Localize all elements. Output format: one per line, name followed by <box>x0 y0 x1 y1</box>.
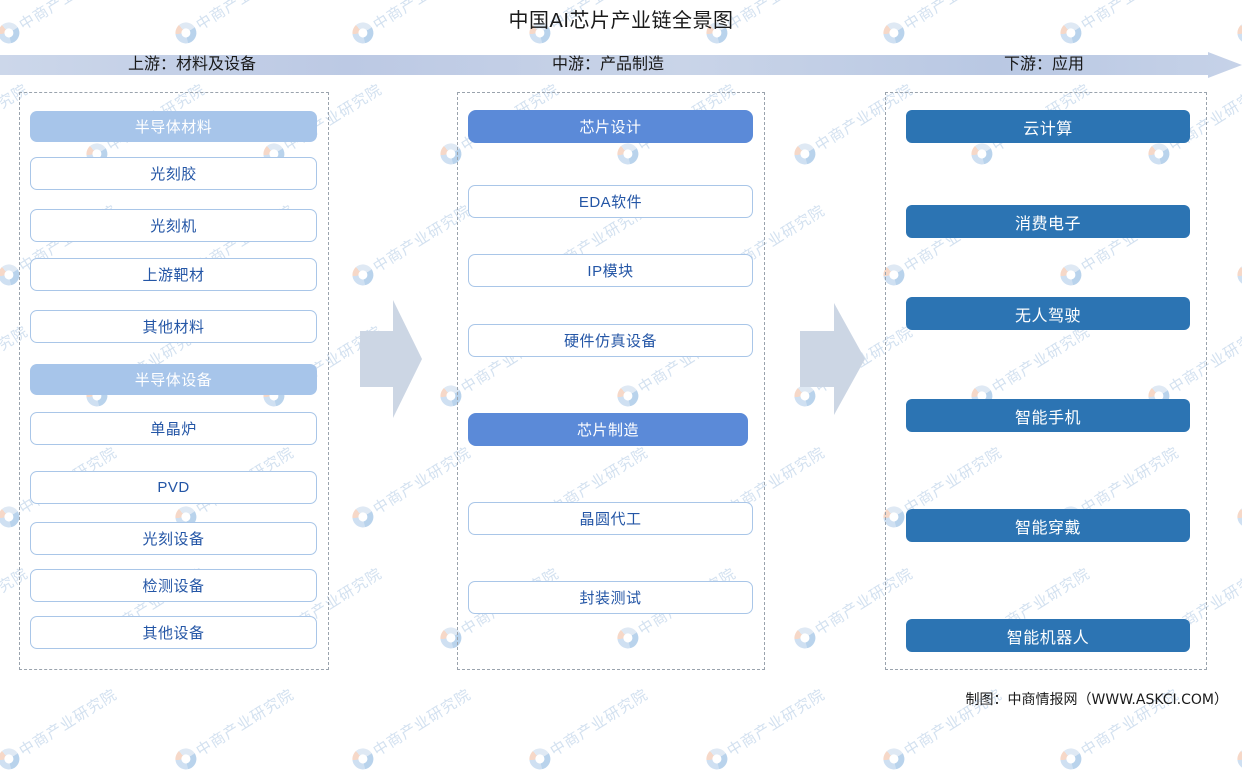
upstream-item-1-1[interactable]: 光刻胶 <box>30 157 317 190</box>
midstream-item-1-3[interactable]: 硬件仿真设备 <box>468 324 753 357</box>
midstream-item-1-1[interactable]: EDA软件 <box>468 185 753 218</box>
downstream-item-3[interactable]: 无人驾驶 <box>906 297 1190 330</box>
connector-arrow-upstream-to-midstream <box>360 300 422 418</box>
downstream-item-5[interactable]: 智能穿戴 <box>906 509 1190 542</box>
upstream-group-header-2[interactable]: 半导体设备 <box>30 364 317 395</box>
circle-logo-icon <box>1233 744 1242 773</box>
circle-logo-icon <box>879 744 909 773</box>
column-downstream <box>885 92 1207 670</box>
circle-logo-icon <box>702 744 732 773</box>
upstream-item-2-2[interactable]: PVD <box>30 471 317 504</box>
circle-logo-icon <box>348 744 378 773</box>
circle-logo-icon <box>1056 744 1086 773</box>
upstream-item-1-3[interactable]: 上游靶材 <box>30 258 317 291</box>
stage-label-midstream: 中游：产品制造 <box>551 56 664 73</box>
upstream-item-2-5[interactable]: 其他设备 <box>30 616 317 649</box>
downstream-item-4[interactable]: 智能手机 <box>906 399 1190 432</box>
stage-label-upstream: 上游：材料及设备 <box>127 56 256 73</box>
downstream-item-6[interactable]: 智能机器人 <box>906 619 1190 652</box>
circle-logo-icon <box>0 744 24 773</box>
upstream-item-2-3[interactable]: 光刻设备 <box>30 522 317 555</box>
upstream-item-2-1[interactable]: 单晶炉 <box>30 412 317 445</box>
midstream-group-header-1[interactable]: 芯片设计 <box>468 110 753 143</box>
circle-logo-icon <box>525 744 555 773</box>
upstream-item-2-4[interactable]: 检测设备 <box>30 569 317 602</box>
stage-label-downstream: 下游：应用 <box>1003 56 1084 73</box>
upstream-item-1-2[interactable]: 光刻机 <box>30 209 317 242</box>
downstream-item-2[interactable]: 消费电子 <box>906 205 1190 238</box>
upstream-item-1-4[interactable]: 其他材料 <box>30 310 317 343</box>
upstream-group-header-1[interactable]: 半导体材料 <box>30 111 317 142</box>
page-title: 中国AI芯片产业链全景图 <box>508 10 734 32</box>
connector-arrow-midstream-to-downstream <box>800 303 865 415</box>
downstream-item-1[interactable]: 云计算 <box>906 110 1190 143</box>
footer-credit: 制图：中商情报网（WWW.ASKCI.COM） <box>965 692 1228 708</box>
midstream-item-1-2[interactable]: IP模块 <box>468 254 753 287</box>
midstream-group-header-2[interactable]: 芯片制造 <box>468 413 748 446</box>
circle-logo-icon <box>171 744 201 773</box>
midstream-item-2-2[interactable]: 封装测试 <box>468 581 753 614</box>
midstream-item-2-1[interactable]: 晶圆代工 <box>468 502 753 535</box>
